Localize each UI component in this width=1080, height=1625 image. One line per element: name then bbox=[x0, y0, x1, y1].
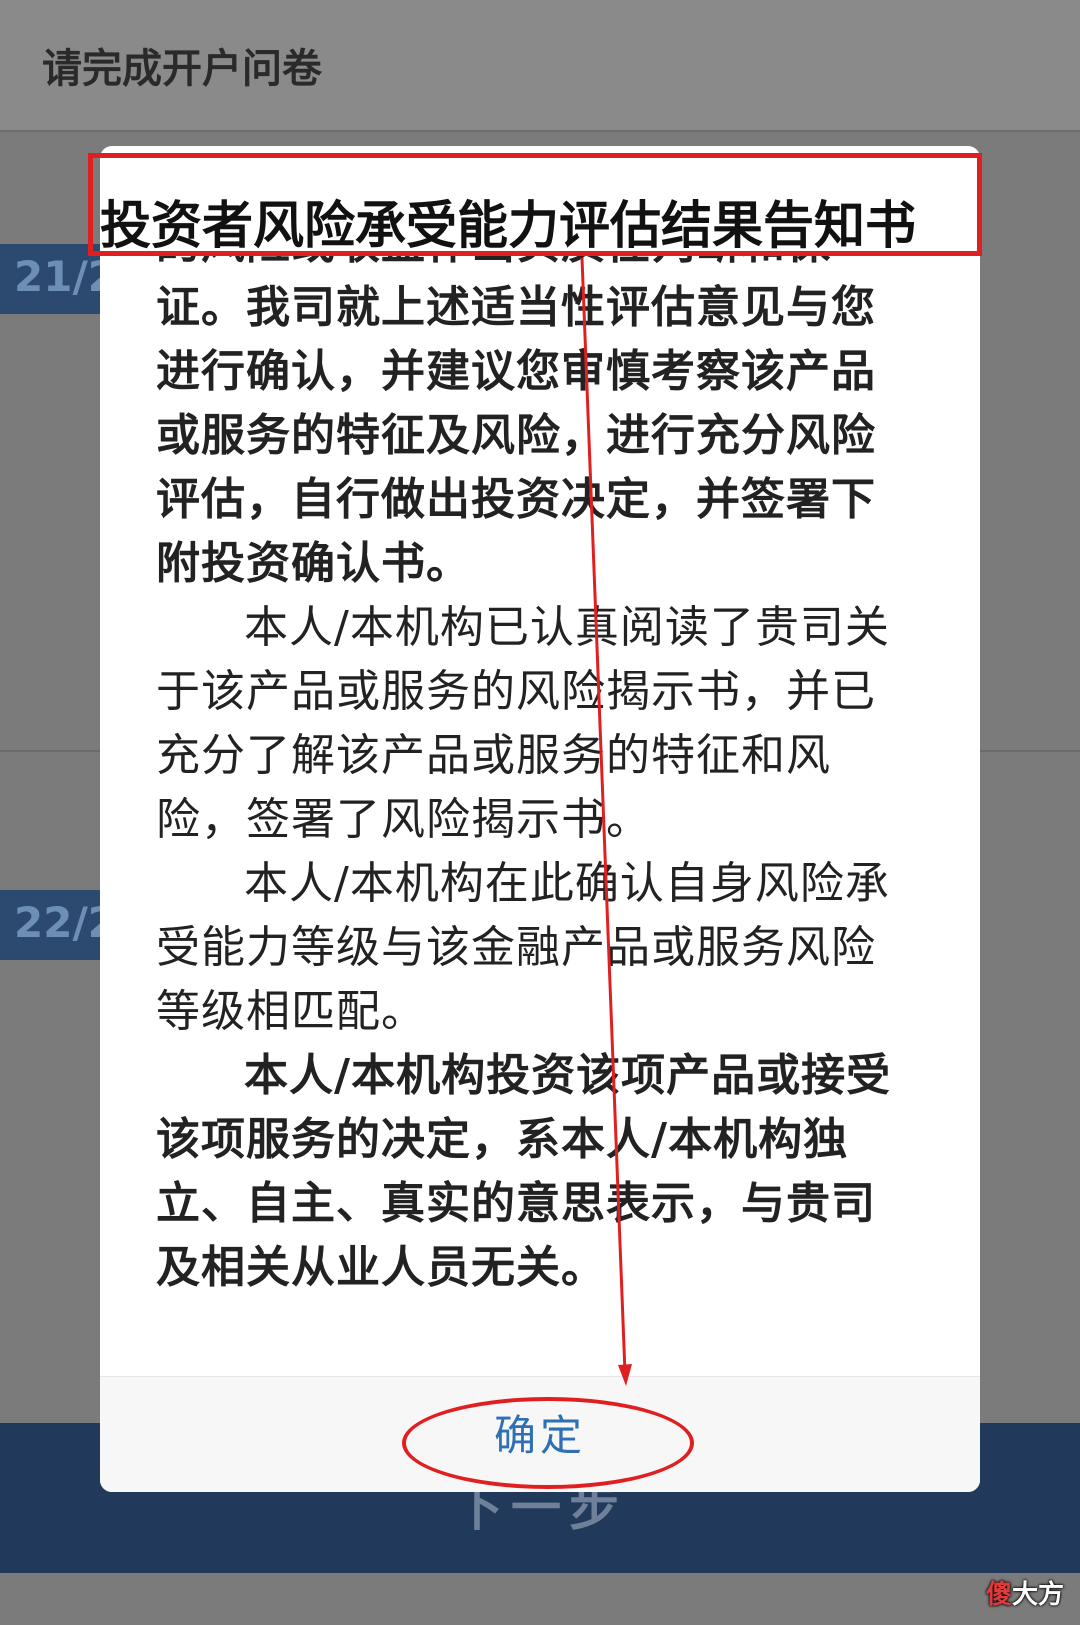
question-number-badge: 22/2 bbox=[0, 890, 110, 960]
dialog-paragraph: 的风险或收益作出实质性判断和保证。我司就上述适当性评估意见与您进行确认，并建议您… bbox=[156, 256, 876, 589]
risk-assessment-dialog: 投资者风险承受能力评估结果告知书 的风险或收益作出实质性判断和保证。我司就上述适… bbox=[100, 146, 980, 1492]
dialog-footer: 确定 bbox=[100, 1376, 980, 1492]
question-number-badge: 21/2 bbox=[0, 244, 110, 314]
watermark: 傻大方 bbox=[985, 1580, 1064, 1610]
footer-band bbox=[0, 1573, 1080, 1625]
dialog-paragraph: 本人/本机构在此确认自身风险承受能力等级与该金融产品或服务风险等级相匹配。 bbox=[156, 858, 890, 1037]
dialog-paragraph: 本人/本机构投资该项产品或接受该项服务的决定，系本人/本机构独立、自主、真实的意… bbox=[156, 1050, 892, 1293]
dialog-title: 投资者风险承受能力评估结果告知书 bbox=[100, 197, 917, 256]
dialog-paragraph: 本人/本机构已认真阅读了贵司关于该产品或服务的风险揭示书，并已充分了解该产品或服… bbox=[156, 602, 890, 845]
confirm-button[interactable]: 确定 bbox=[100, 1391, 980, 1481]
dialog-scroll-area[interactable]: 的风险或收益作出实质性判断和保证。我司就上述适当性评估意见与您进行确认，并建议您… bbox=[100, 256, 980, 1374]
page-title: 请完成开户问卷 bbox=[42, 46, 322, 92]
dialog-body: 的风险或收益作出实质性判断和保证。我司就上述适当性评估意见与您进行确认，并建议您… bbox=[156, 256, 916, 1300]
page-header: 请完成开户问卷 bbox=[0, 0, 1080, 132]
